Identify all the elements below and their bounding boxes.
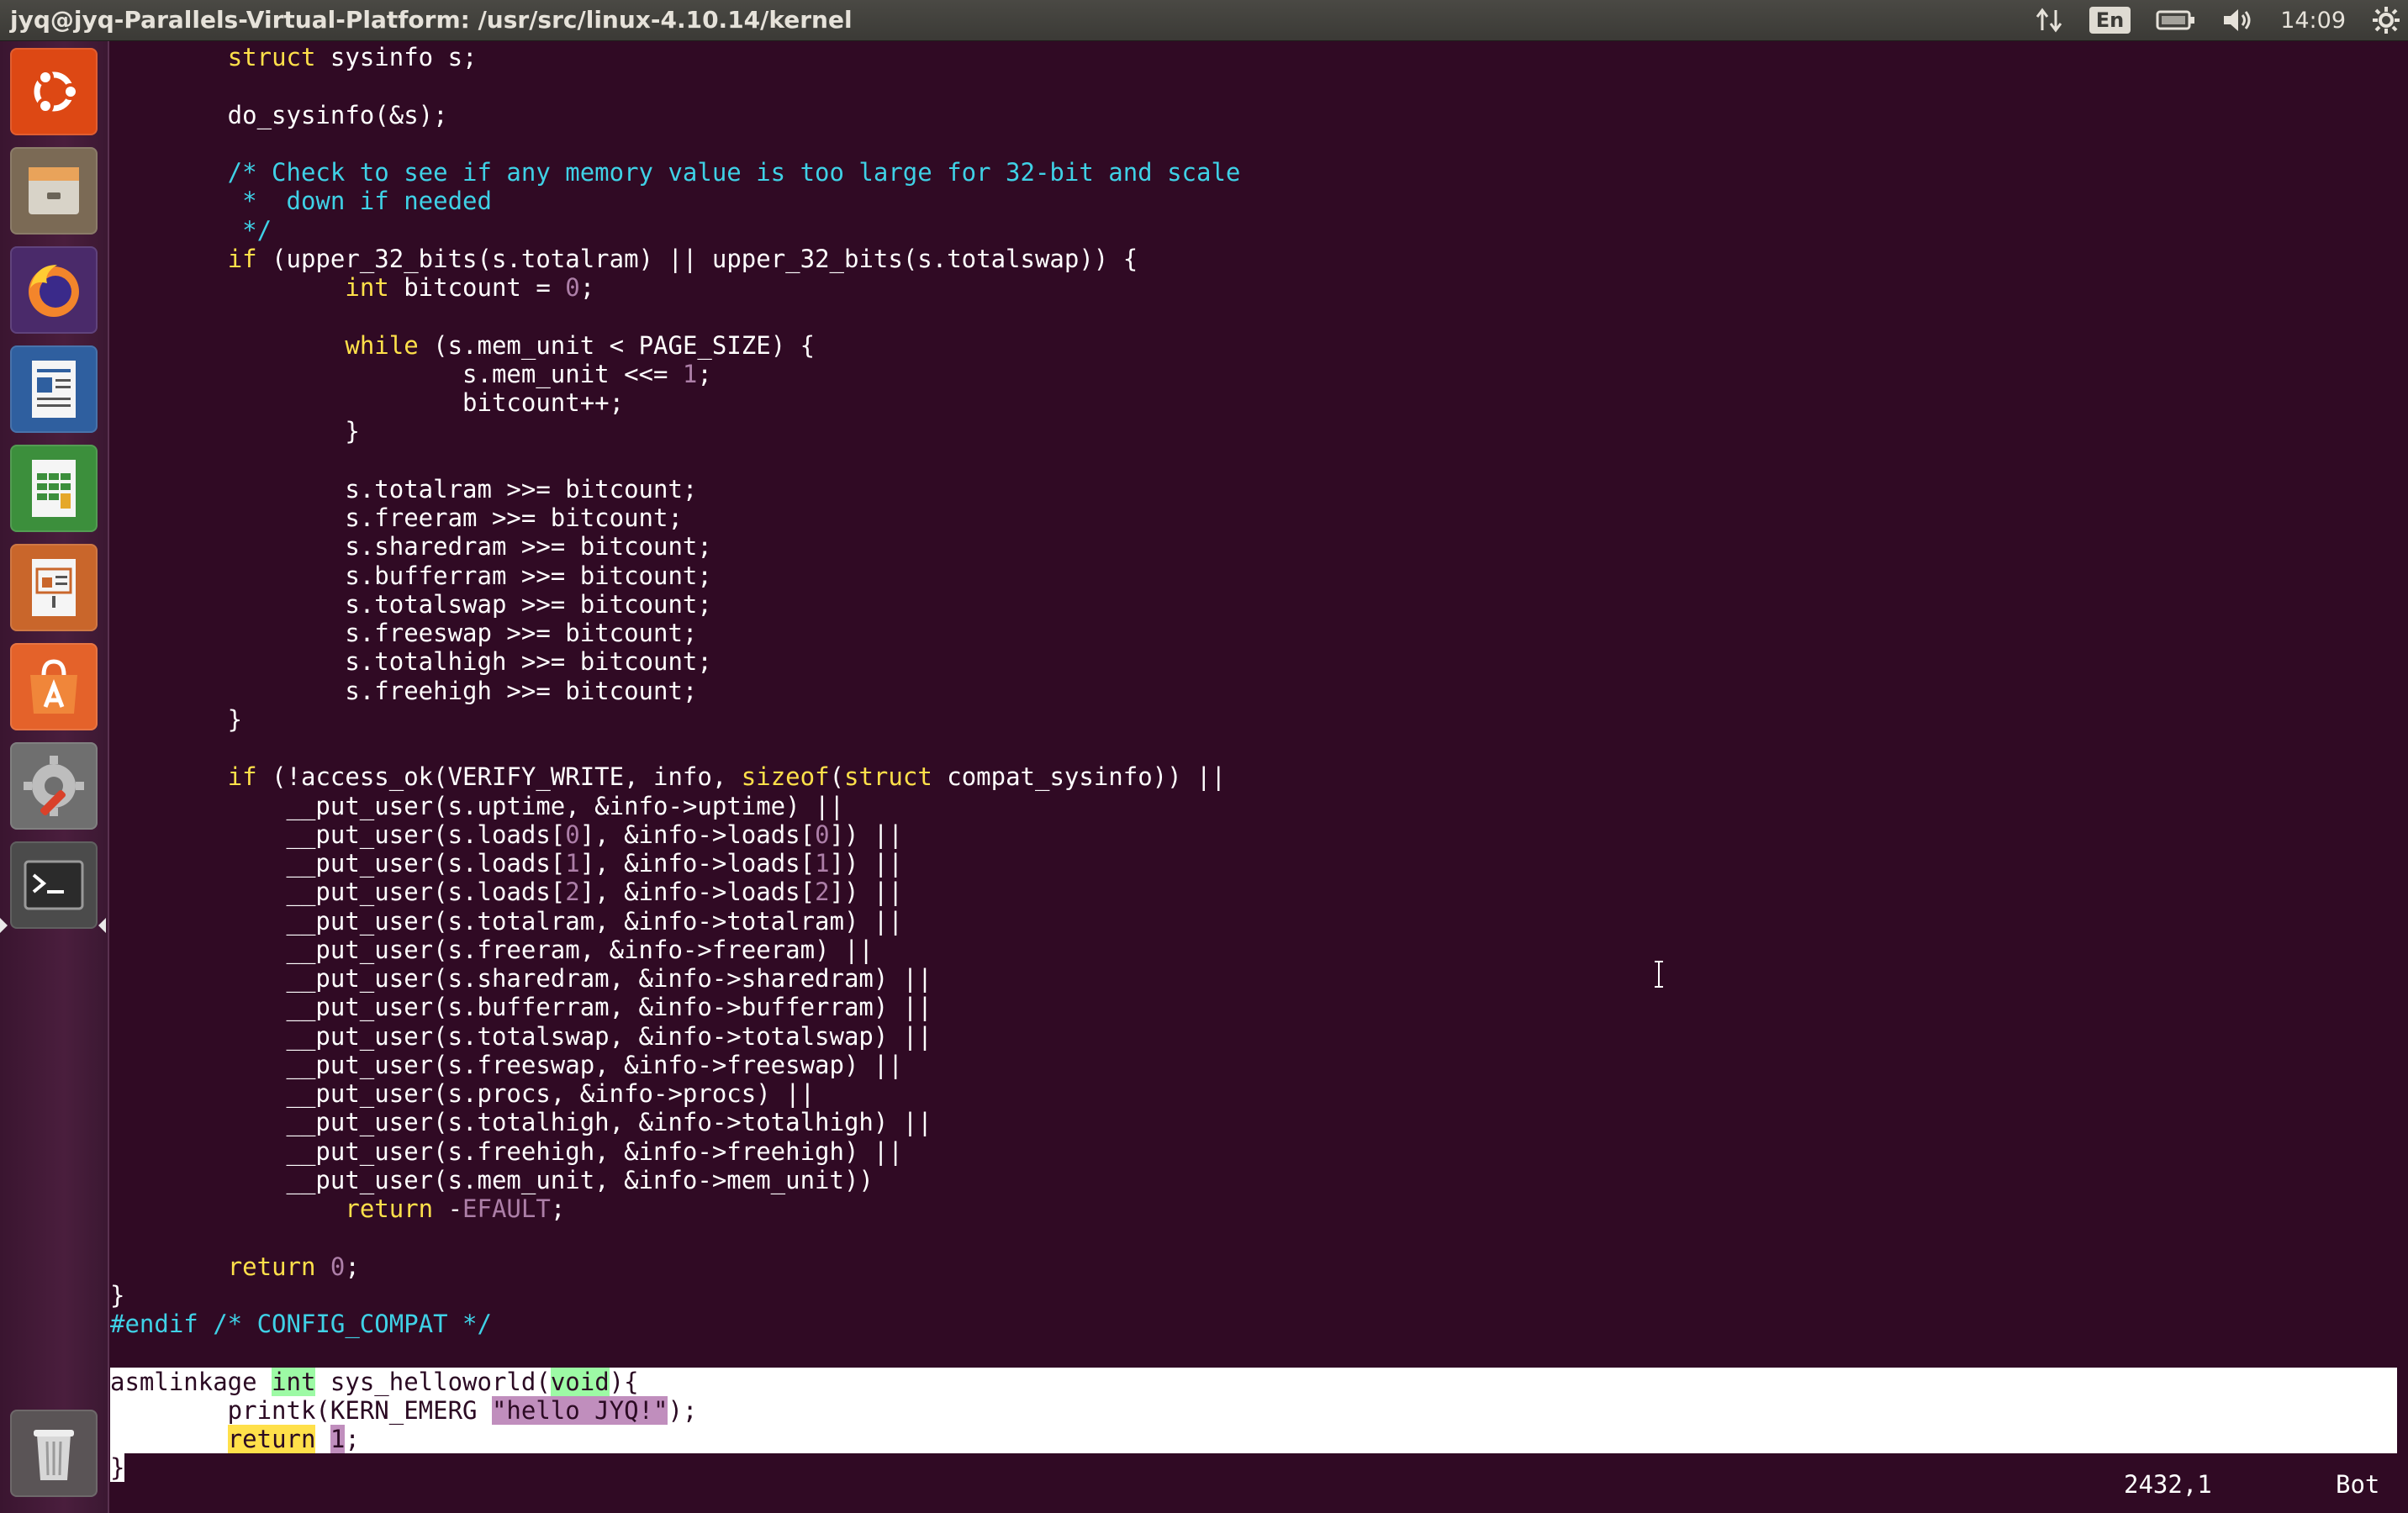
top-panel: jyq@jyq-Parallels-Virtual-Platform: /usr… [0, 0, 2408, 41]
indicator-area: En 14:09 [2034, 0, 2408, 40]
code-line: __put_user(s.totalhigh, &info->totalhigh… [110, 1108, 932, 1137]
clock[interactable]: 14:09 [2280, 8, 2346, 34]
code-line: s.totalram >>= bitcount; [110, 474, 698, 503]
libreoffice-impress-icon[interactable] [10, 544, 98, 631]
mouse-ibeam-icon [1655, 961, 1663, 988]
terminal-icon[interactable] [10, 841, 98, 929]
code-line: #endif /* CONFIG_COMPAT */ [110, 1310, 492, 1338]
code-line: while (s.mem_unit < PAGE_SIZE) { [345, 330, 816, 360]
code-line: s.bufferram >>= bitcount; [110, 561, 712, 590]
trash-icon[interactable] [10, 1410, 98, 1497]
code-line: } [110, 704, 243, 734]
code-line: /* Check to see if any memory value is t… [110, 158, 1241, 187]
language-badge: En [2089, 7, 2131, 34]
network-arrows-icon[interactable] [2034, 5, 2064, 35]
window-title: jyq@jyq-Parallels-Virtual-Platform: /usr… [10, 6, 853, 34]
code-line: __put_user(s.loads[1], &info->loads[1]) … [110, 849, 903, 878]
code-line: } [110, 1453, 2397, 1483]
code-line: struct sysinfo s; [227, 43, 478, 71]
files-icon[interactable] [10, 147, 98, 235]
code-line: return 0; [227, 1252, 360, 1281]
code-line: printk(KERN_EMERG "hello JYQ!"); [110, 1395, 2397, 1425]
software-center-icon[interactable] [10, 643, 98, 730]
code-line: s.mem_unit <<= 1; [110, 359, 712, 388]
libreoffice-calc-icon[interactable] [10, 445, 98, 532]
code-line: __put_user(s.uptime, &info->uptime) || [110, 791, 844, 820]
code-line: */ [110, 215, 272, 245]
cursor-position: 2432,1 [2124, 1470, 2212, 1499]
code-line: __put_user(s.loads[0], &info->loads[0]) … [110, 820, 903, 849]
code-line: asmlinkage int sys_helloworld(void){ [110, 1367, 2397, 1396]
code-line: __put_user(s.bufferram, &info->bufferram… [110, 993, 932, 1022]
code-line: __put_user(s.procs, &info->procs) || [110, 1079, 816, 1108]
battery-icon[interactable] [2156, 8, 2196, 33]
code-line: __put_user(s.totalram, &info->totalram) … [110, 906, 903, 936]
code-line: __put_user(s.freeswap, &info->freeswap) … [110, 1050, 903, 1079]
code-line: __put_user(s.sharedram, &info->sharedram… [110, 964, 932, 993]
active-indicator-right [98, 918, 106, 933]
code-line: if (!access_ok(VERIFY_WRITE, info, sizeo… [227, 762, 1226, 792]
gear-icon[interactable] [2371, 5, 2401, 35]
code-line: s.sharedram >>= bitcount; [110, 532, 712, 561]
code-line: s.freehigh >>= bitcount; [110, 676, 698, 705]
code-line: s.totalhigh >>= bitcount; [110, 647, 712, 677]
code-line: __put_user(s.freeram, &info->freeram) || [110, 935, 874, 964]
code-line: } [110, 417, 360, 446]
code-line: __put_user(s.mem_unit, &info->mem_unit)) [110, 1165, 874, 1194]
text-cursor: } [110, 1453, 125, 1483]
code-line: return 1; [110, 1425, 2397, 1453]
vim-editor[interactable]: struct sysinfo s; do_sysinfo(&s); /* Che… [110, 41, 2408, 1513]
firefox-icon[interactable] [10, 246, 98, 334]
code-line: s.freeswap >>= bitcount; [110, 619, 698, 647]
code-line: __put_user(s.totalswap, &info->totalswap… [110, 1021, 932, 1051]
system-settings-icon[interactable] [10, 742, 98, 830]
volume-icon[interactable] [2221, 6, 2255, 34]
code-line: __put_user(s.freehigh, &info->freehigh) … [110, 1136, 903, 1166]
code-line: return -EFAULT; [345, 1194, 566, 1223]
active-indicator-left [0, 918, 8, 933]
code-line: int bitcount = 0; [345, 273, 595, 302]
code-line: * down if needed [110, 187, 492, 216]
code-line: if (upper_32_bits(s.totalram) || upper_3… [227, 244, 1138, 273]
libreoffice-writer-icon[interactable] [10, 345, 98, 433]
code-line: s.totalswap >>= bitcount; [110, 589, 712, 619]
code-line: do_sysinfo(&s); [110, 100, 448, 129]
launcher [0, 41, 109, 1513]
ubuntu-dash-icon[interactable] [10, 48, 98, 135]
language-indicator[interactable]: En [2089, 7, 2131, 34]
code-line: bitcount++; [110, 388, 625, 417]
code-line: __put_user(s.loads[2], &info->loads[2]) … [110, 878, 903, 907]
code-line: } [110, 1280, 125, 1310]
scroll-position: Bot [2336, 1470, 2380, 1499]
code-line: s.freeram >>= bitcount; [110, 503, 683, 532]
